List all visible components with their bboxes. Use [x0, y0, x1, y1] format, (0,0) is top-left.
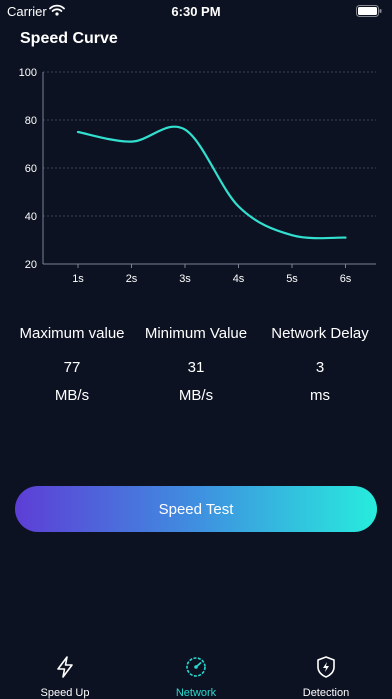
y-tick-label: 100 [19, 67, 37, 79]
max-label: Maximum value [19, 325, 125, 342]
x-tick-label: 5s [286, 273, 298, 285]
x-tick-label: 6s [340, 273, 352, 285]
speed-test-button[interactable]: Speed Test [15, 486, 377, 532]
min-stat: Minimum Value 31 MB/s [131, 325, 261, 404]
battery-icon [356, 5, 382, 20]
tab-label-speed-up: Speed Up [40, 687, 90, 699]
x-tick-label: 1s [72, 273, 84, 285]
tab-detection[interactable]: Detection [271, 656, 381, 699]
status-time: 6:30 PM [171, 4, 221, 19]
shield-bolt-icon [271, 656, 381, 683]
status-bar: Carrier 6:30 PM [0, 0, 392, 22]
tab-network[interactable]: Network [141, 656, 251, 699]
tab-speed-up[interactable]: Speed Up [10, 656, 120, 699]
bolt-icon [10, 656, 120, 683]
x-tick-label: 4s [233, 273, 245, 285]
x-tick-label: 2s [126, 273, 138, 285]
speedometer-icon [141, 656, 251, 683]
speed-series-line [76, 125, 347, 240]
delay-unit: ms [310, 387, 330, 404]
delay-value: 3 [315, 359, 325, 376]
speed-curve-chart: 100 80 60 40 20 1s 2s 3s 4s 5s 6s [19, 67, 376, 285]
max-unit: MB/s [54, 387, 90, 404]
delay-stat: Network Delay 3 ms [255, 325, 385, 404]
page-title: Speed Curve [20, 30, 118, 47]
tab-label-detection: Detection [302, 687, 350, 699]
max-stat: Maximum value 77 MB/s [7, 325, 137, 404]
max-value: 77 [63, 359, 81, 376]
y-tick-label: 40 [25, 211, 37, 223]
y-tick-label: 60 [25, 163, 37, 175]
y-tick-label: 80 [25, 115, 37, 127]
delay-label: Network Delay [271, 325, 369, 342]
tab-bar: Speed Up Network Detection [0, 650, 392, 699]
x-tick-label: 3s [179, 273, 191, 285]
min-value: 31 [187, 359, 205, 376]
tab-label-network: Network [175, 687, 217, 699]
min-unit: MB/s [178, 387, 214, 404]
y-tick-label: 20 [25, 259, 37, 271]
min-label: Minimum Value [144, 325, 248, 342]
